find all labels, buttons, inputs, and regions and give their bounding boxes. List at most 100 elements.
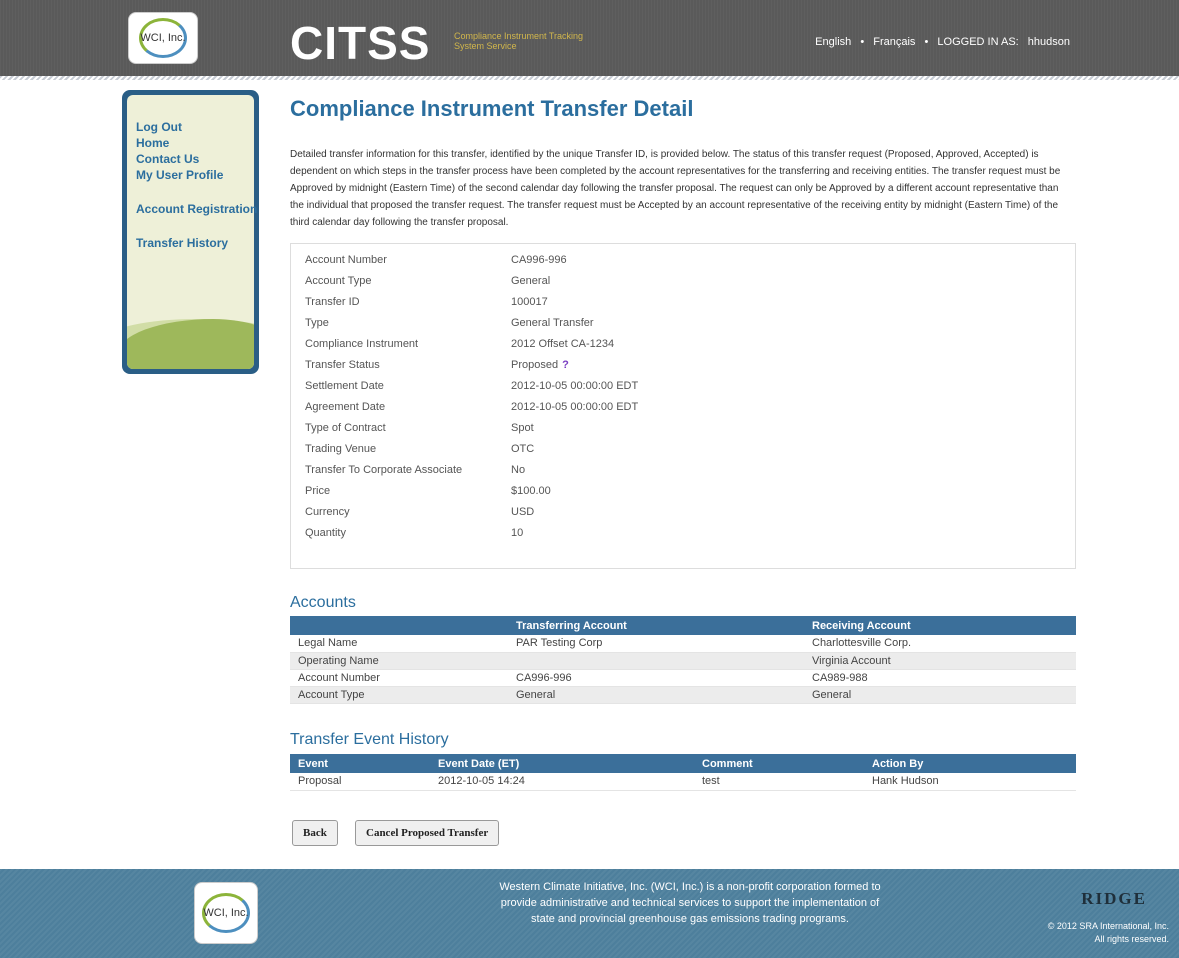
detail-row: Quantity 10 <box>305 527 1045 548</box>
copyright-line: © 2012 SRA International, Inc. <box>1047 921 1169 931</box>
detail-value: $100.00 <box>511 485 551 497</box>
cancel-proposed-transfer-button[interactable]: Cancel Proposed Transfer <box>355 820 500 846</box>
detail-value: 100017 <box>511 296 548 308</box>
detail-row: Trading Venue OTC <box>305 443 1045 464</box>
detail-label: Account Number <box>305 254 387 266</box>
detail-label: Transfer To Corporate Associate <box>305 464 463 476</box>
page-footer: WCI, Inc. Western Climate Initiative, In… <box>0 869 1179 958</box>
detail-value: USD <box>511 506 535 518</box>
ridge-logo: RIDGE <box>1081 889 1147 908</box>
table-cell: 2012-10-05 14:24 <box>430 773 694 791</box>
table-cell: test <box>694 773 864 791</box>
sidebar-item-contact-us[interactable]: Contact Us <box>136 151 257 167</box>
detail-row: Type General Transfer <box>305 317 1045 338</box>
column-header: Action By <box>864 754 1076 773</box>
table-cell: Virginia Account <box>804 652 1076 670</box>
sidebar-item-home[interactable]: Home <box>136 135 257 151</box>
table-row: Operating Name Virginia Account <box>290 652 1076 670</box>
page-title: Compliance Instrument Transfer Detail <box>290 96 694 121</box>
back-button[interactable]: Back <box>292 820 338 846</box>
detail-value: Proposed? <box>511 359 569 371</box>
column-header <box>290 616 508 635</box>
separator: • <box>860 36 865 48</box>
wci-logo-text: WCI, Inc. <box>203 907 249 919</box>
detail-label: Transfer Status <box>305 359 380 371</box>
detail-row: Type of Contract Spot <box>305 422 1045 443</box>
table-cell: Operating Name <box>290 652 508 670</box>
sidebar-item-log-out[interactable]: Log Out <box>136 119 257 135</box>
detail-label: Trading Venue <box>305 443 377 455</box>
detail-label: Type <box>305 317 329 329</box>
detail-label: Agreement Date <box>305 401 386 413</box>
table-row: Account Type General General <box>290 686 1076 704</box>
table-cell: CA989-988 <box>804 669 1076 687</box>
column-header: Comment <box>694 754 864 773</box>
detail-value: 10 <box>511 527 524 539</box>
detail-label: Transfer ID <box>305 296 360 308</box>
sidebar-nav: Log Out Home Contact Us My User Profile … <box>136 119 257 251</box>
detail-value: 2012 Offset CA-1234 <box>511 338 615 350</box>
detail-value: General Transfer <box>511 317 594 329</box>
table-row: Proposal 2012-10-05 14:24 test Hank Huds… <box>290 773 1076 791</box>
table-cell: General <box>508 686 804 704</box>
detail-row: Price $100.00 <box>305 485 1045 506</box>
table-cell: Proposal <box>290 773 430 791</box>
detail-label: Account Type <box>305 275 372 287</box>
history-section-title: Transfer Event History <box>290 731 449 748</box>
detail-value: 2012-10-05 00:00:00 EDT <box>511 401 639 413</box>
detail-row: Account Type General <box>305 275 1045 296</box>
table-cell: Legal Name <box>290 635 508 653</box>
lang-french-link[interactable]: Français <box>873 36 915 48</box>
table-cell: Hank Hudson <box>864 773 1076 791</box>
transfer-detail-panel: Account Number CA996-996 Account Type Ge… <box>290 243 1076 569</box>
detail-row: Transfer ID 100017 <box>305 296 1045 317</box>
detail-value: 2012-10-05 00:00:00 EDT <box>511 380 639 392</box>
separator: • <box>924 36 929 48</box>
help-question-icon[interactable]: ? <box>562 359 569 371</box>
table-header-row: Event Event Date (ET) Comment Action By <box>290 754 1076 773</box>
footer-description: Western Climate Initiative, Inc. (WCI, I… <box>499 881 881 925</box>
sidebar-item-transfer-history[interactable]: Transfer History <box>136 235 257 251</box>
detail-label: Price <box>305 485 331 497</box>
detail-label: Settlement Date <box>305 380 384 392</box>
logged-in-label: LOGGED IN AS: <box>937 36 1019 48</box>
sidebar-item-my-user-profile[interactable]: My User Profile <box>136 167 257 183</box>
detail-label: Compliance Instrument <box>305 338 419 350</box>
detail-row: Compliance Instrument 2012 Offset CA-123… <box>305 338 1045 359</box>
detail-row: Transfer Status Proposed? <box>305 359 1045 380</box>
detail-row: Settlement Date 2012-10-05 00:00:00 EDT <box>305 380 1045 401</box>
table-cell: PAR Testing Corp <box>508 635 804 653</box>
history-table: Event Event Date (ET) Comment Action By … <box>290 754 1076 791</box>
footer-wci-logo[interactable]: WCI, Inc. <box>194 882 258 944</box>
brand-subtitle: Compliance Instrument Tracking System Se… <box>454 31 584 51</box>
column-header: Event <box>290 754 430 773</box>
sidebar-item-account-registration[interactable]: Account Registration <box>136 201 257 217</box>
detail-row: Account Number CA996-996 <box>305 254 1045 275</box>
detail-value: No <box>511 464 526 476</box>
copyright-line: All rights reserved. <box>1094 934 1169 944</box>
column-header: Event Date (ET) <box>430 754 694 773</box>
detail-label: Currency <box>305 506 350 518</box>
wci-logo[interactable]: WCI, Inc. <box>128 12 198 64</box>
accounts-table: Transferring Account Receiving Account L… <box>290 616 1076 704</box>
detail-label: Type of Contract <box>305 422 386 434</box>
table-row: Legal Name PAR Testing Corp Charlottesvi… <box>290 635 1076 653</box>
transfer-status-value: Proposed <box>511 359 559 371</box>
table-header-row: Transferring Account Receiving Account <box>290 616 1076 635</box>
table-cell: Charlottesville Corp. <box>804 635 1076 653</box>
detail-label: Quantity <box>305 527 346 539</box>
accounts-section-title: Accounts <box>290 594 356 611</box>
brand-title: CITSS <box>290 17 431 69</box>
detail-value: OTC <box>511 443 535 455</box>
lang-english-link[interactable]: English <box>815 36 851 48</box>
app-header: WCI, Inc. CITSS Compliance Instrument Tr… <box>0 0 1179 76</box>
column-header: Receiving Account <box>804 616 1076 635</box>
table-cell: Account Number <box>290 669 508 687</box>
detail-value: General <box>511 275 551 287</box>
table-cell: CA996-996 <box>508 669 804 687</box>
wci-logo-text: WCI, Inc. <box>140 32 186 44</box>
detail-row: Agreement Date 2012-10-05 00:00:00 EDT <box>305 401 1045 422</box>
table-cell <box>508 652 804 670</box>
intro-paragraph: Detailed transfer information for this t… <box>290 149 1061 228</box>
detail-row: Currency USD <box>305 506 1045 527</box>
